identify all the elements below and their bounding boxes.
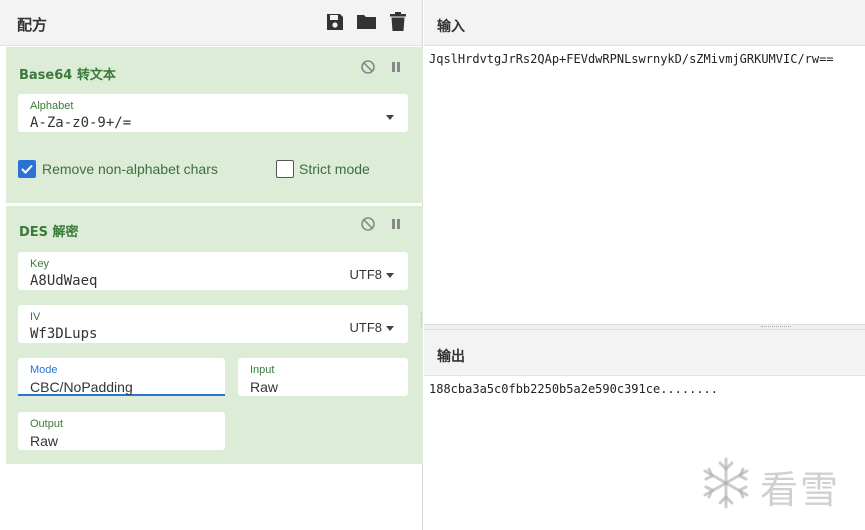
mode-label: Mode: [30, 364, 58, 376]
operation-des-decrypt: DES 解密 Key A8UdWaeq UTF8 IV Wf3DLups UTF…: [6, 206, 423, 464]
folder-icon[interactable]: [356, 12, 376, 34]
input-textarea[interactable]: JqslHrdvtgJrRs2QAp+FEVdwRPNLswrnykD/sZMi…: [429, 52, 834, 66]
alphabet-select[interactable]: Alphabet A-Za-z0-9+/=: [18, 94, 408, 132]
key-value: A8UdWaeq: [30, 273, 98, 289]
io-pane: 输入 JqslHrdvtgJrRs2QAp+FEVdwRPNLswrnykD/s…: [424, 0, 865, 530]
iv-label: IV: [30, 311, 41, 323]
snowflake-icon: [703, 457, 749, 509]
iv-encoding-dropdown[interactable]: UTF8: [349, 320, 394, 335]
mode-value: CBC/NoPadding: [30, 379, 133, 395]
chevron-down-icon: [386, 273, 394, 279]
output-header: 输出: [424, 330, 865, 376]
pause-icon[interactable]: [388, 216, 404, 232]
recipe-pane: 配方 Base64 转文本 Alphabet A-Za-z0-9+/= Remo…: [0, 0, 423, 530]
output-format-label: Output: [30, 418, 64, 430]
chevron-down-icon[interactable]: [382, 109, 394, 124]
watermark: 看雪: [698, 455, 858, 515]
watermark-text: 看雪: [760, 468, 841, 512]
input-header: 输入: [424, 0, 865, 46]
recipe-title: 配方: [17, 16, 48, 34]
save-icon[interactable]: [325, 12, 345, 34]
remove-non-alphabet-checkbox[interactable]: [18, 160, 36, 178]
output-format-value: Raw: [30, 433, 59, 449]
iv-encoding-label: UTF8: [349, 320, 383, 335]
input-format-label: Input: [250, 364, 275, 376]
key-encoding-dropdown[interactable]: UTF8: [349, 267, 394, 282]
operation-title: Base64 转文本: [19, 68, 116, 83]
recipe-header: 配方: [0, 0, 422, 46]
pause-icon[interactable]: [388, 59, 404, 75]
operation-title: DES 解密: [19, 225, 79, 240]
key-encoding-label: UTF8: [349, 267, 383, 282]
strict-mode-label[interactable]: Strict mode: [299, 161, 370, 177]
input-title: 输入: [437, 19, 465, 35]
remove-non-alphabet-label[interactable]: Remove non-alphabet chars: [42, 161, 218, 177]
disable-icon[interactable]: [360, 216, 376, 232]
key-field[interactable]: Key A8UdWaeq UTF8: [18, 252, 408, 290]
input-format-select[interactable]: Input Raw: [238, 358, 408, 396]
disable-icon[interactable]: [360, 59, 376, 75]
input-format-value: Raw: [250, 379, 279, 395]
output-format-select[interactable]: Output Raw: [18, 412, 225, 450]
alphabet-value: A-Za-z0-9+/=: [30, 115, 132, 131]
output-title: 输出: [437, 349, 465, 365]
splitter-grip[interactable]: [761, 326, 791, 328]
trash-icon[interactable]: [389, 12, 409, 34]
output-textarea[interactable]: 188cba3a5c0fbb2250b5a2e590c391ce........: [429, 382, 718, 396]
mode-select[interactable]: Mode CBC/NoPadding: [18, 358, 225, 396]
operation-base64: Base64 转文本 Alphabet A-Za-z0-9+/= Remove …: [6, 47, 423, 203]
iv-field[interactable]: IV Wf3DLups UTF8: [18, 305, 408, 343]
strict-mode-checkbox[interactable]: [276, 160, 294, 178]
alphabet-label: Alphabet: [30, 100, 74, 112]
iv-value: Wf3DLups: [30, 326, 98, 342]
key-label: Key: [30, 258, 49, 270]
chevron-down-icon: [386, 326, 394, 332]
